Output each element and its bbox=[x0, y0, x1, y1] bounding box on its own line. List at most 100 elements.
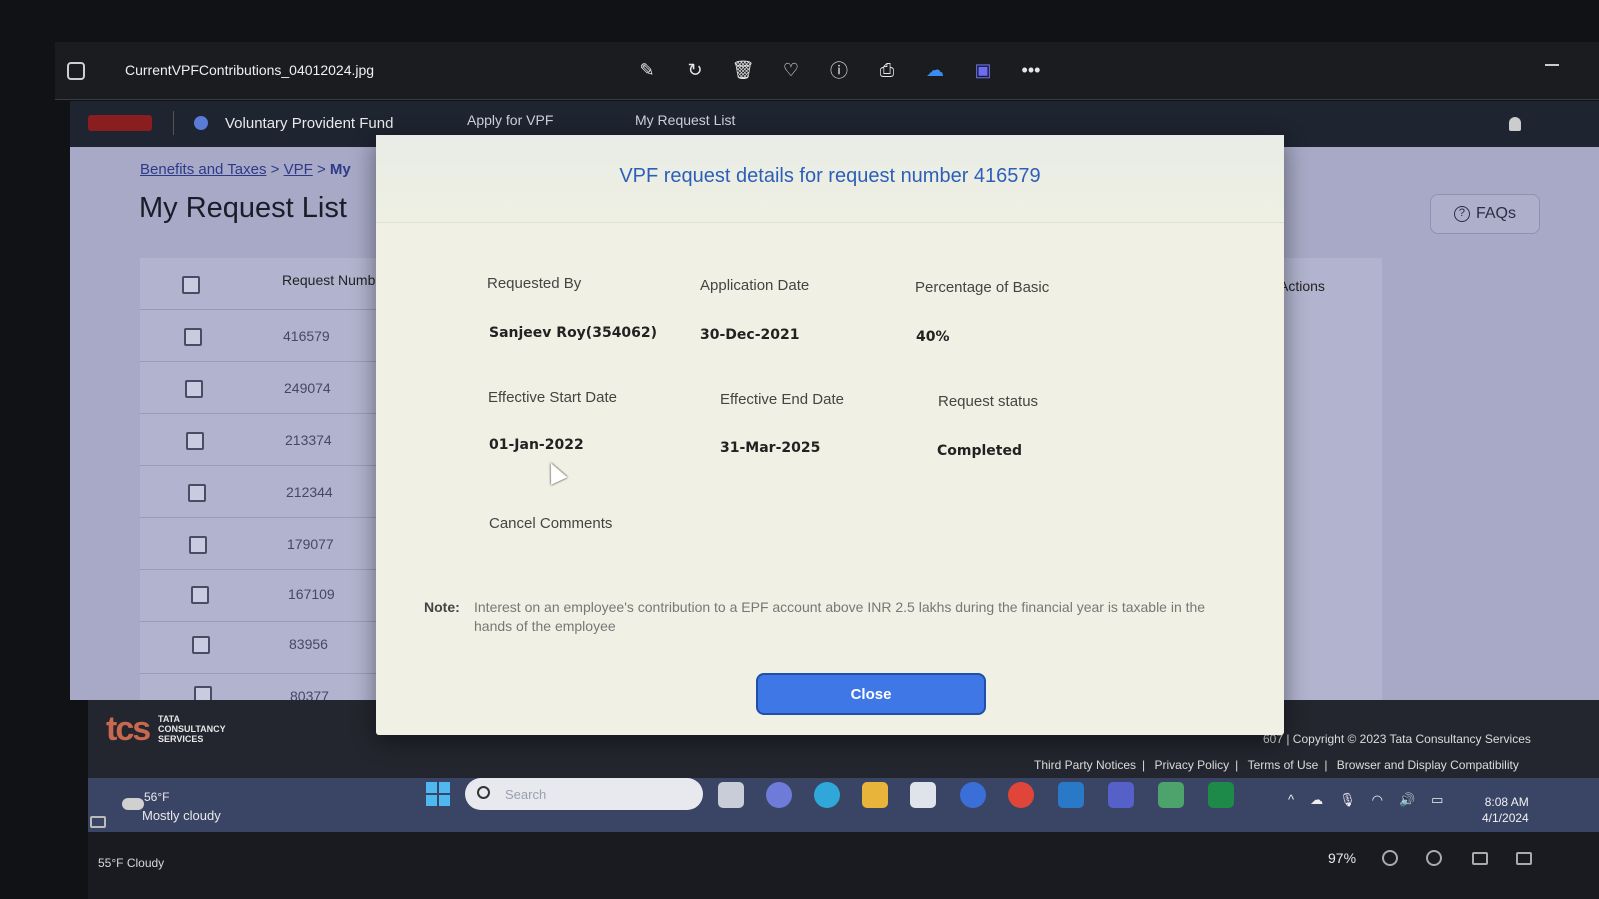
photos-app-icon bbox=[67, 62, 85, 80]
system-tray: ^ ☁ 🎙 ◠ 🔊 ▭ bbox=[1288, 792, 1443, 808]
table-row[interactable]: 167109 bbox=[140, 570, 380, 622]
clipchamp-icon[interactable]: ▣ bbox=[969, 56, 997, 84]
minimize-icon[interactable] bbox=[1545, 64, 1559, 66]
tcs-logo: tcs bbox=[106, 710, 151, 748]
windows-start-icon[interactable] bbox=[426, 782, 450, 806]
request-number: 179077 bbox=[287, 536, 334, 552]
cancel-comments-label: Cancel Comments bbox=[489, 515, 613, 532]
table-row[interactable]: 416579 bbox=[140, 310, 380, 362]
breadcrumb-vpf[interactable]: VPF bbox=[284, 161, 313, 178]
breadcrumb: Benefits and Taxes > VPF > My bbox=[140, 161, 351, 178]
close-button[interactable]: Close bbox=[756, 673, 986, 715]
edit-icon[interactable]: ✎ bbox=[633, 56, 661, 84]
breadcrumb-current: My bbox=[329, 161, 351, 178]
device-icon bbox=[90, 816, 106, 828]
table-row[interactable]: 83956 bbox=[140, 622, 380, 674]
actual-size-icon[interactable] bbox=[1516, 852, 1532, 865]
breadcrumb-benefits[interactable]: Benefits and Taxes bbox=[140, 161, 266, 178]
request-status-value: Completed bbox=[937, 443, 1023, 459]
nav-my-request-list[interactable]: My Request List bbox=[635, 112, 735, 128]
link-browser-compatibility[interactable]: Browser and Display Compatibility bbox=[1337, 758, 1519, 772]
help-icon: ? bbox=[1453, 206, 1470, 222]
cloud-icon bbox=[122, 798, 144, 810]
notepad-icon[interactable] bbox=[1158, 782, 1184, 808]
app-title: Voluntary Provident Fund bbox=[225, 115, 394, 132]
application-date-value: 30-Dec-2021 bbox=[700, 327, 800, 343]
edge-icon[interactable] bbox=[814, 782, 840, 808]
task-view-icon[interactable] bbox=[718, 782, 744, 808]
link-third-party-notices[interactable]: Third Party Notices bbox=[1034, 758, 1136, 772]
photos-status-bar: 55°F Cloudy 97% bbox=[88, 832, 1599, 899]
search-placeholder: Search bbox=[505, 787, 547, 802]
copyright-text: 607 | Copyright © 2023 Tata Consultancy … bbox=[1263, 732, 1531, 746]
chevron-up-icon[interactable]: ^ bbox=[1288, 792, 1294, 808]
media-player-icon[interactable] bbox=[960, 782, 986, 808]
table-row[interactable]: 213374 bbox=[140, 414, 380, 466]
photo-viewer: CurrentVPFContributions_04012024.jpg ✎ ↻… bbox=[0, 0, 1599, 899]
chat-icon[interactable] bbox=[766, 782, 792, 808]
column-request-number: Request Numb bbox=[282, 272, 376, 288]
row-checkbox[interactable] bbox=[185, 380, 203, 398]
zoom-out-icon[interactable] bbox=[1382, 850, 1398, 866]
more-icon[interactable]: ••• bbox=[1017, 56, 1045, 84]
table-row[interactable]: 249074 bbox=[140, 362, 380, 414]
photos-toolbar: CurrentVPFContributions_04012024.jpg ✎ ↻… bbox=[55, 42, 1599, 100]
taskbar-search[interactable]: Search bbox=[465, 778, 703, 810]
outlook-icon[interactable] bbox=[1058, 782, 1084, 808]
dialog-title: VPF request details for request number 4… bbox=[619, 165, 1041, 187]
microphone-icon[interactable]: 🎙 bbox=[1339, 792, 1356, 808]
header-divider bbox=[173, 111, 174, 135]
file-explorer-icon[interactable] bbox=[862, 782, 888, 808]
wifi-icon[interactable]: ◠ bbox=[1372, 792, 1383, 808]
select-all-checkbox[interactable] bbox=[182, 276, 200, 294]
page-title: My Request List bbox=[139, 192, 347, 224]
row-checkbox[interactable] bbox=[184, 328, 202, 346]
zoom-level: 97% bbox=[1328, 850, 1357, 866]
volume-icon[interactable]: 🔊 bbox=[1399, 792, 1415, 808]
request-number: 212344 bbox=[286, 484, 333, 500]
onedrive-tray-icon[interactable]: ☁ bbox=[1310, 792, 1323, 808]
battery-icon[interactable]: ▭ bbox=[1431, 792, 1443, 808]
user-icon[interactable] bbox=[1509, 117, 1521, 131]
row-checkbox[interactable] bbox=[191, 586, 209, 604]
print-icon[interactable]: ⎙ bbox=[873, 56, 901, 84]
link-terms-of-use[interactable]: Terms of Use bbox=[1248, 758, 1319, 772]
file-name: CurrentVPFContributions_04012024.jpg bbox=[125, 62, 375, 78]
weather-condition: Mostly cloudy bbox=[142, 808, 221, 823]
fit-to-window-icon[interactable] bbox=[1472, 852, 1488, 865]
link-privacy-policy[interactable]: Privacy Policy bbox=[1154, 758, 1229, 772]
requested-by-label: Requested By bbox=[487, 275, 582, 292]
effective-start-value: 01-Jan-2022 bbox=[489, 437, 584, 453]
breadcrumb-separator: > bbox=[266, 161, 284, 178]
row-checkbox[interactable] bbox=[189, 536, 207, 554]
store-icon[interactable] bbox=[910, 782, 936, 808]
row-checkbox[interactable] bbox=[192, 636, 210, 654]
nav-apply-for-vpf[interactable]: Apply for VPF bbox=[467, 112, 553, 128]
request-details-dialog: VPF request details for request number 4… bbox=[376, 135, 1284, 735]
favorite-icon[interactable]: ♡ bbox=[777, 56, 805, 84]
tcs-logo-subtitle: TATA CONSULTANCY SERVICES bbox=[158, 714, 226, 744]
excel-icon[interactable] bbox=[1208, 782, 1234, 808]
effective-end-value: 31-Mar-2025 bbox=[720, 440, 821, 456]
request-status-label: Request status bbox=[938, 393, 1039, 410]
requested-by-value: Sanjeev Roy(354062) bbox=[489, 325, 658, 341]
request-number: 83956 bbox=[289, 636, 328, 652]
row-checkbox[interactable] bbox=[186, 432, 204, 450]
footer-links: Third Party Notices | Privacy Policy | Ter… bbox=[1034, 758, 1519, 772]
faqs-button[interactable]: ? FAQs bbox=[1430, 194, 1540, 234]
request-number: 213374 bbox=[285, 432, 332, 448]
table-row[interactable]: 212344 bbox=[140, 466, 380, 518]
note-text: Interest on an employee's contribution t… bbox=[474, 599, 1206, 634]
chrome-icon[interactable] bbox=[1008, 782, 1034, 808]
request-number: 249074 bbox=[284, 380, 331, 396]
onedrive-icon[interactable]: ☁ bbox=[921, 56, 949, 84]
info-icon[interactable]: ⓘ bbox=[825, 56, 853, 84]
request-number: 167109 bbox=[288, 586, 335, 602]
teams-icon[interactable] bbox=[1108, 782, 1134, 808]
delete-icon[interactable]: 🗑 bbox=[729, 56, 757, 84]
rotate-icon[interactable]: ↻ bbox=[681, 56, 709, 84]
taskbar-clock[interactable]: 8:08 AM 4/1/2024 bbox=[1482, 794, 1529, 826]
row-checkbox[interactable] bbox=[188, 484, 206, 502]
zoom-in-icon[interactable] bbox=[1426, 850, 1442, 866]
table-row[interactable]: 179077 bbox=[140, 518, 380, 570]
